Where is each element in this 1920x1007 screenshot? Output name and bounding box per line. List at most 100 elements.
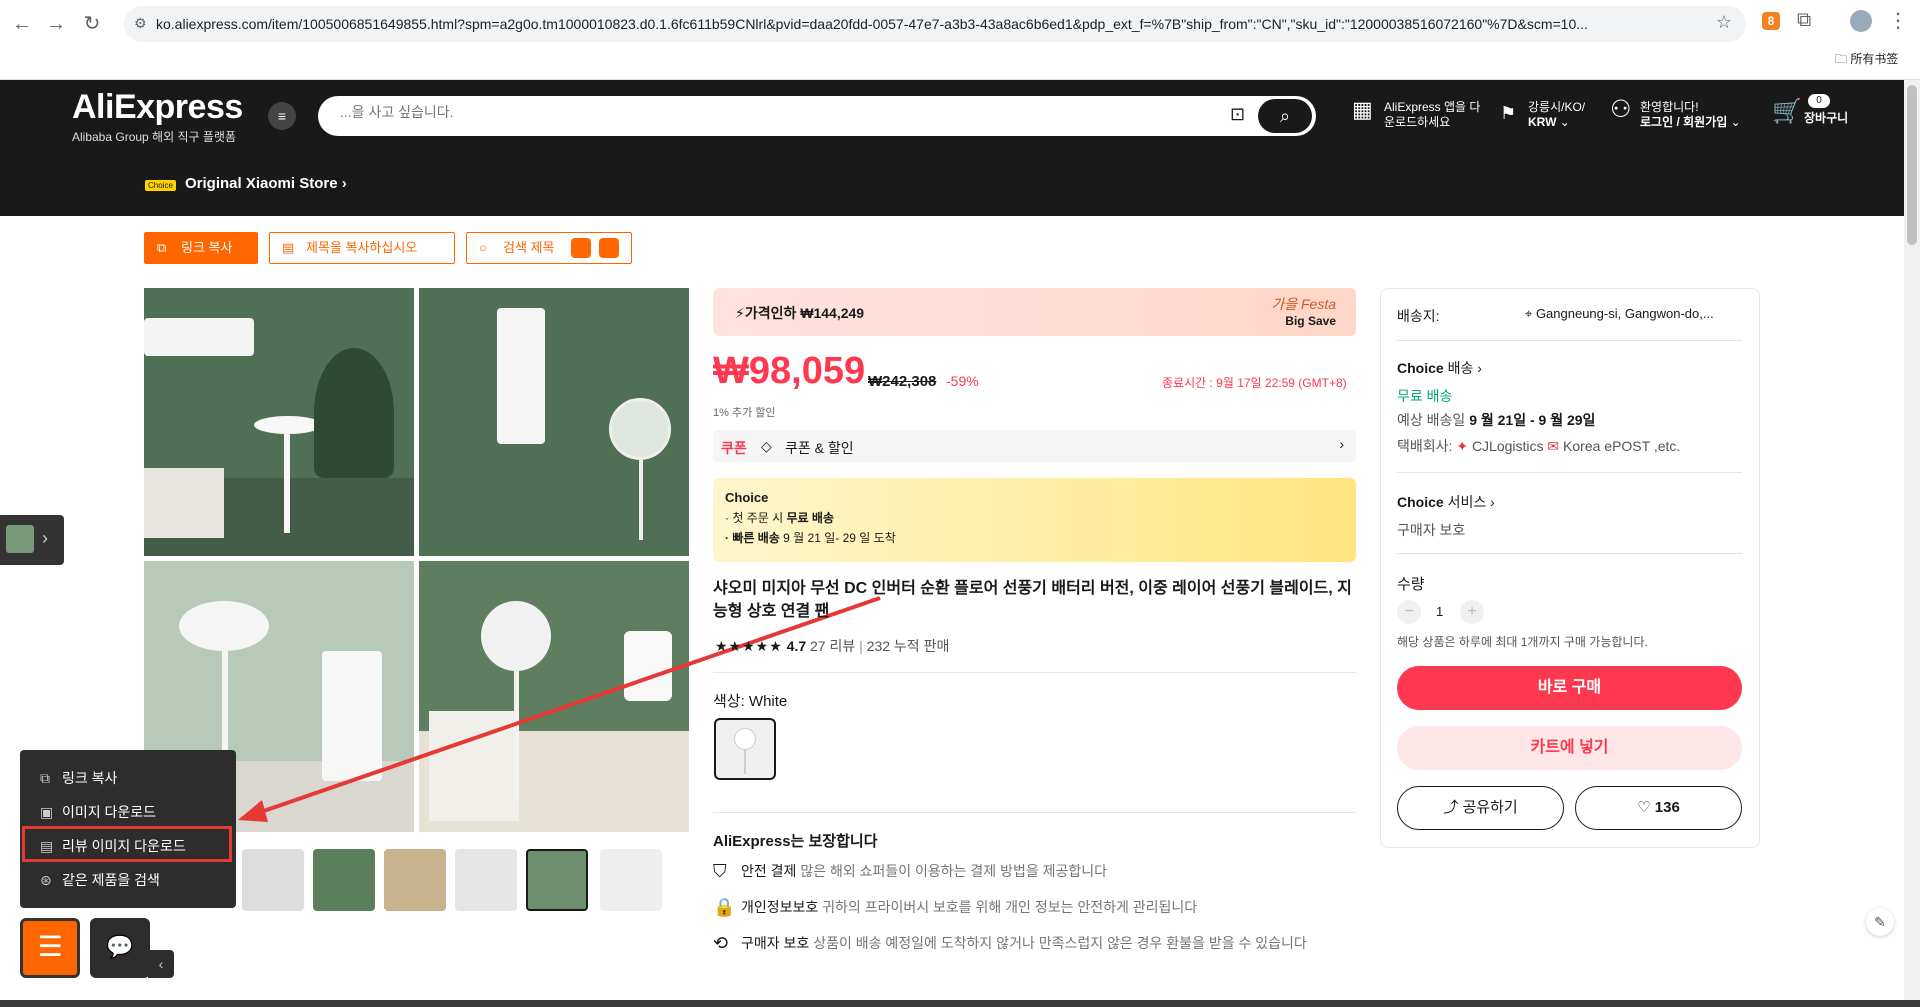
star-rating-icon: ★★★★★ xyxy=(715,638,783,654)
floating-product-tab[interactable]: › xyxy=(0,515,64,565)
store-link[interactable]: Original Xiaomi Store › xyxy=(185,175,347,192)
original-price: ₩242,308 xyxy=(868,373,937,390)
ac-unit-shape xyxy=(144,318,254,356)
buy-now-button[interactable]: 바로 구매 xyxy=(1397,666,1742,710)
currency-label: KRW xyxy=(1528,115,1557,129)
thumbnail-3[interactable] xyxy=(384,849,446,911)
color-swatch-white[interactable] xyxy=(714,718,776,780)
taobao-alt-icon[interactable] xyxy=(599,238,619,258)
thumbnail-2[interactable] xyxy=(313,849,375,911)
chevron-down-icon: ⌄ xyxy=(1730,115,1741,129)
collapse-button[interactable]: ‹ xyxy=(148,950,174,978)
quantity-decrease-button[interactable]: − xyxy=(1397,600,1421,624)
ship-to-selector[interactable]: ⌖ Gangneung-si, Gangwon-do,... xyxy=(1525,306,1714,322)
quantity-limit-note: 해당 상품은 하루에 최대 1개까지 구매 가능합니다. xyxy=(1397,635,1648,649)
coupon-text: 쿠폰 & 할인 xyxy=(785,440,854,456)
quantity-value[interactable]: 1 xyxy=(1436,604,1443,619)
extension-badge-icon[interactable]: 8 xyxy=(1762,12,1780,30)
address-bar[interactable]: ⚙ ko.aliexpress.com/item/100500685164985… xyxy=(124,6,1746,42)
search-button[interactable]: ⌕ xyxy=(1258,99,1312,133)
search-icon: ⊛ xyxy=(40,872,52,888)
back-icon[interactable]: ← xyxy=(8,10,36,38)
cart-label: 장바구니 xyxy=(1804,111,1849,125)
product-image-1[interactable] xyxy=(144,288,414,556)
fan-head-shape xyxy=(734,728,756,750)
divider xyxy=(713,812,1356,813)
login-link[interactable]: 로그인 / 회원가입 xyxy=(1640,115,1727,129)
logo-subtitle: Alibaba Group 해외 직구 플랫폼 xyxy=(72,130,236,144)
browser-menu-icon[interactable]: ⋮ xyxy=(1888,8,1908,33)
choice-line-1: · 첫 주문 시 무료 배송 xyxy=(725,511,834,525)
quantity-increase-button[interactable]: + xyxy=(1460,600,1484,624)
choice-shipping-link[interactable]: Choice 배송 › xyxy=(1397,358,1482,378)
thumbnail-5-selected[interactable] xyxy=(526,849,588,911)
copy-link-button[interactable]: ⧉ 링크 복사 xyxy=(144,232,258,264)
shipping-label: 배송 xyxy=(1447,360,1474,376)
choice-title: Choice xyxy=(725,490,769,505)
link-icon: ⧉ xyxy=(157,240,167,255)
edit-pencil-icon[interactable]: ✎ xyxy=(1866,908,1894,936)
review-count[interactable]: 27 리뷰 xyxy=(810,638,855,654)
carrier-row: 택배회사: ✦ CJLogistics ✉ Korea ePOST ,etc. xyxy=(1397,436,1680,456)
cart-button[interactable]: 🛒 0 장바구니 xyxy=(1772,94,1848,126)
store-name: Original Xiaomi Store xyxy=(185,175,338,192)
copy-title-button[interactable]: ▤ 제목을 복사하십시오 xyxy=(269,232,455,264)
link-icon: ⧉ xyxy=(40,770,50,786)
toolbox-toggle-button[interactable]: ☰ xyxy=(20,918,80,978)
price-drop-text: ⚡가격인하 ₩144,249 xyxy=(735,305,865,321)
air-purifier-shape xyxy=(322,651,382,781)
choice-benefits-box: Choice · 첫 주문 시 무료 배송 · 빠른 배송 9 월 21 일- … xyxy=(713,478,1356,562)
annotation-highlight-box xyxy=(22,826,232,862)
region-selector[interactable]: ⚑ 강릉시/KO/ KRW ⌄ xyxy=(1500,100,1585,130)
search-title-button[interactable]: ○ 검색 제목 xyxy=(466,232,632,264)
thumbnail-1[interactable] xyxy=(242,849,304,911)
popup-download-images[interactable]: ▣ 이미지 다운로드 xyxy=(40,802,156,822)
popup-search-same-product[interactable]: ⊛ 같은 제품을 검색 xyxy=(40,870,160,890)
account-menu[interactable]: ⚇ 환영합니다! 로그인 / 회원가입 ⌄ xyxy=(1610,96,1741,130)
lock-icon: 🔒 xyxy=(713,897,736,917)
os-taskbar xyxy=(0,1000,1920,1007)
share-label: 공유하기 xyxy=(1462,799,1518,816)
search-input[interactable] xyxy=(340,104,1220,120)
thumbnail-4[interactable] xyxy=(455,849,517,911)
chat-button[interactable]: 💬 xyxy=(90,918,150,978)
add-to-cart-button[interactable]: 카트에 넣기 xyxy=(1397,726,1742,770)
delivery-dates: 9 월 21일 - 9 월 29일 xyxy=(1469,412,1596,428)
copy-link-label: 링크 복사 xyxy=(181,240,233,255)
category-menu-icon[interactable]: ≡ xyxy=(268,102,296,130)
search-icon: ⌕ xyxy=(1279,106,1291,126)
coupon-row[interactable]: 쿠폰 ◇ 쿠폰 & 할인 › xyxy=(713,430,1356,462)
divider xyxy=(1397,340,1742,341)
app-download[interactable]: ▦ AliExpress 앱을 다 운로드하세요 xyxy=(1352,99,1481,130)
wishlist-button[interactable]: ♡ 136 xyxy=(1575,786,1742,830)
product-image-4[interactable] xyxy=(419,561,689,832)
product-image-2[interactable] xyxy=(419,288,689,556)
image-search-icon[interactable]: ⊡ xyxy=(1230,104,1245,125)
cart-count-badge: 0 xyxy=(1808,94,1830,108)
chevron-down-icon: ⌄ xyxy=(1559,115,1570,129)
scrollbar-thumb[interactable] xyxy=(1907,85,1917,245)
divider xyxy=(713,672,1356,673)
share-icon: ⤴ xyxy=(1443,799,1463,816)
url-text[interactable]: ko.aliexpress.com/item/1005006851649855.… xyxy=(156,16,1706,32)
app-promo-line1: AliExpress 앱을 다 xyxy=(1384,100,1481,114)
choice-brand: Choice xyxy=(1397,360,1444,376)
thumbnail-6[interactable] xyxy=(600,849,662,911)
profile-avatar[interactable] xyxy=(1850,10,1872,32)
all-bookmarks[interactable]: 🗀 所有书签 xyxy=(1835,50,1898,71)
choice-service-link[interactable]: Choice 서비스 › xyxy=(1397,492,1495,512)
chat-icon: 💬 xyxy=(106,934,134,959)
forward-icon[interactable]: → xyxy=(42,10,70,38)
bookmark-star-icon[interactable]: ☆ xyxy=(1716,12,1732,33)
location-pin-icon: ⌖ xyxy=(1525,306,1536,321)
delivery-label: 예상 배송일 xyxy=(1397,412,1466,428)
share-button[interactable]: ⤴ 공유하기 xyxy=(1397,786,1564,830)
user-icon: ⚇ xyxy=(1610,96,1632,123)
reload-icon[interactable]: ↻ xyxy=(78,10,106,38)
aliexpress-logo[interactable]: AliExpress xyxy=(72,88,243,127)
taobao-logo-icon[interactable] xyxy=(571,238,591,258)
popup-copy-link[interactable]: ⧉ 링크 복사 xyxy=(40,768,117,788)
extensions-icon[interactable]: ⧉ xyxy=(1797,9,1811,32)
site-info-icon[interactable]: ⚙ xyxy=(134,15,147,32)
browser-chrome: ← → ↻ ⚙ ko.aliexpress.com/item/100500685… xyxy=(0,0,1920,80)
